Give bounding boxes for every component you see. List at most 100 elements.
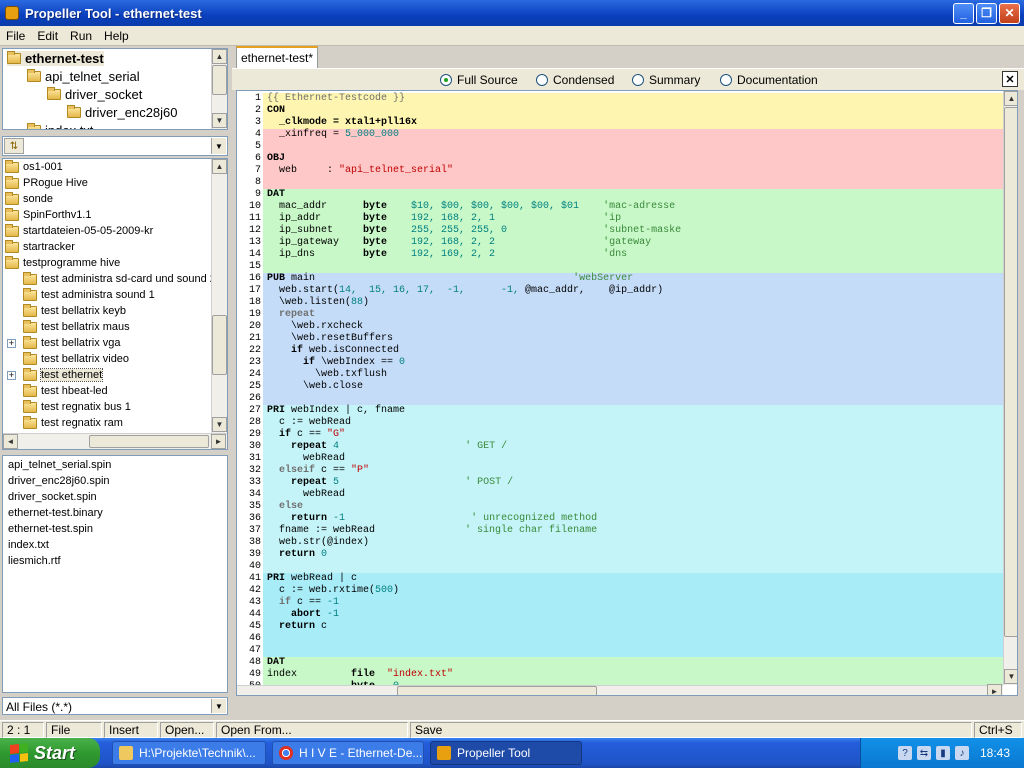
menu-file[interactable]: File (0, 29, 31, 43)
code-line[interactable]: mac_addr byte $10, $00, $00, $00, $00, $… (267, 201, 675, 213)
folder-tree[interactable]: os1-001 PRogue Hive sonde SpinForthv1.1 star… (2, 158, 228, 450)
code-editor[interactable]: 1 2 3 4 5 6 7 8 9 10 11 12 13 14 15 16 17 18 19 20 21 22 23 24 2… (236, 90, 1018, 696)
signal-icon[interactable]: ▮ (935, 746, 950, 760)
code-line[interactable]: ip_subnet byte 255, 255, 255, 0 'subnet-… (267, 225, 681, 237)
code-line[interactable]: if c == -1 (267, 597, 339, 609)
vscrollbar[interactable]: ▲ ▼ (211, 159, 227, 433)
scroll-down-icon[interactable]: ▼ (1004, 669, 1017, 684)
scroll-down-icon[interactable]: ▼ (212, 113, 227, 128)
scroll-right-icon[interactable]: ► (211, 434, 226, 449)
folder-tree-item[interactable]: PRogue Hive (5, 175, 88, 189)
code-line[interactable]: c := web.rxtime(500) (267, 585, 399, 597)
code-line[interactable]: repeat 5 ' POST / (267, 477, 513, 489)
maximize-button[interactable]: ❐ (976, 2, 997, 24)
code-line[interactable]: web : "api_telnet_serial" (267, 165, 453, 177)
chevron-down-icon[interactable]: ▼ (211, 699, 226, 713)
code-line[interactable]: fname := webRead ' single char filename (267, 525, 597, 537)
code-line[interactable]: web.start(14, 15, 16, 17, -1, -1, @mac_a… (267, 285, 663, 297)
start-button[interactable]: Start (0, 738, 100, 768)
vscrollbar[interactable]: ▲ ▼ (211, 49, 227, 129)
menu-run[interactable]: Run (64, 29, 98, 43)
code-line[interactable]: \web.listen(88) (267, 297, 369, 309)
folder-tree-item[interactable]: test bellatrix maus (23, 319, 130, 333)
code-line[interactable]: PUB main 'webServer (267, 273, 633, 285)
object-tree-item[interactable]: api_telnet_serial (27, 69, 140, 84)
code-line[interactable]: index file "index.txt" (267, 669, 453, 681)
radio-documentation[interactable]: Documentation (720, 73, 818, 87)
folder-tree-item[interactable]: startracker (5, 239, 75, 253)
scroll-up-icon[interactable]: ▲ (1004, 91, 1017, 106)
code-line[interactable]: \web.rxcheck (267, 321, 363, 333)
code-line[interactable]: return -1 ' unrecognized method (267, 513, 597, 525)
help-icon[interactable]: ? (897, 746, 912, 760)
editor-vscrollbar[interactable]: ▲ ▼ (1003, 91, 1017, 685)
code-line[interactable]: \web.txflush (267, 369, 387, 381)
tab-ethernet-test[interactable]: ethernet-test* (236, 46, 318, 68)
code-line[interactable]: repeat (267, 309, 315, 321)
code-line[interactable]: ip_gateway byte 192, 168, 2, 2 'gateway (267, 237, 651, 249)
radio-summary[interactable]: Summary (632, 73, 700, 87)
folder-tree-item[interactable]: startdateien-05-05-2009-kr (5, 223, 153, 237)
scroll-right-icon[interactable]: ► (987, 684, 1002, 695)
code-line[interactable]: if web.isConnected (267, 345, 399, 357)
code-line[interactable]: PRI webRead | c (267, 573, 357, 585)
menu-help[interactable]: Help (98, 29, 135, 43)
object-tree-item[interactable]: index.txt (27, 123, 93, 129)
code-line[interactable]: webRead (267, 453, 345, 465)
scroll-up-icon[interactable]: ▲ (212, 159, 227, 174)
folder-tree-item[interactable]: os1-001 (5, 159, 63, 173)
folder-combo[interactable]: ⇅ ▼ (2, 136, 228, 156)
radio-condensed[interactable]: Condensed (536, 73, 614, 87)
folder-tree-item[interactable]: testprogramme hive (5, 255, 120, 269)
code-line[interactable]: abort -1 (267, 609, 339, 621)
status-open[interactable]: Open... (160, 722, 214, 738)
folder-tree-item[interactable]: test regnatix ram (23, 415, 123, 429)
code-line[interactable]: ip_dns byte 192, 169, 2, 2 'dns (267, 249, 627, 261)
volume-icon[interactable]: ♪ (954, 746, 969, 760)
folder-hscrollbar[interactable]: ◄ ► (3, 433, 227, 449)
chevron-down-icon[interactable]: ▼ (211, 138, 226, 154)
code-line[interactable]: webRead (267, 489, 345, 501)
file-item[interactable]: driver_socket.spin (8, 491, 97, 503)
editor-hscrollbar[interactable]: ► (237, 684, 1003, 695)
scroll-down-icon[interactable]: ▼ (212, 417, 227, 432)
close-tab-icon[interactable]: ✕ (1002, 71, 1018, 87)
code-line[interactable]: c := webRead (267, 417, 351, 429)
code-line[interactable]: elseif c == "P" (267, 465, 369, 477)
object-tree-item[interactable]: driver_enc28j60 (67, 105, 178, 120)
folder-tree-item[interactable]: test administra sd-card und sound 2 (23, 271, 216, 285)
file-filter-select[interactable]: All Files (*.*) ▼ (2, 697, 228, 715)
task-explorer[interactable]: H:\Projekte\Technik\... (112, 741, 266, 765)
code-line[interactable]: web.str(@index) (267, 537, 369, 549)
code-line[interactable]: \web.resetBuffers (267, 333, 393, 345)
code-line[interactable]: ip_addr byte 192, 168, 2, 1 'ip (267, 213, 621, 225)
folder-tree-item[interactable]: + test bellatrix vga (7, 335, 120, 349)
code-line[interactable]: repeat 4 ' GET / (267, 441, 507, 453)
menu-edit[interactable]: Edit (31, 29, 64, 43)
code-line[interactable]: DAT (267, 657, 285, 669)
code-line[interactable]: _clkmode = xtal1+pll16x (267, 117, 417, 129)
file-item[interactable]: index.txt (8, 539, 49, 551)
hscroll-thumb[interactable] (89, 435, 209, 448)
code-line[interactable]: OBJ (267, 153, 285, 165)
scroll-thumb[interactable] (1004, 107, 1017, 637)
radio-full-source[interactable]: Full Source (440, 73, 518, 87)
file-item[interactable]: ethernet-test.spin (8, 523, 93, 535)
expand-icon[interactable]: + (7, 371, 16, 380)
folder-tree-item[interactable]: sonde (5, 191, 53, 205)
minimize-button[interactable]: _ (953, 2, 974, 24)
code-line[interactable]: if c == "G" (267, 429, 345, 441)
file-item[interactable]: ethernet-test.binary (8, 507, 103, 519)
code-line[interactable]: \web.close (267, 381, 363, 393)
code-line[interactable]: DAT (267, 189, 285, 201)
code-line[interactable]: return 0 (267, 549, 327, 561)
file-item[interactable]: api_telnet_serial.spin (8, 459, 111, 471)
object-tree-item[interactable]: driver_socket (47, 87, 142, 102)
code-line[interactable]: {{ Ethernet-Testcode }} (267, 93, 405, 105)
code-line[interactable]: PRI webIndex | c, fname (267, 405, 405, 417)
code-line[interactable]: if \webIndex == 0 (267, 357, 405, 369)
recent-folders-icon[interactable]: ⇅ (4, 138, 24, 154)
file-list[interactable]: api_telnet_serial.spin driver_enc28j60.sp… (2, 455, 228, 693)
scroll-up-icon[interactable]: ▲ (212, 49, 227, 64)
scroll-thumb[interactable] (212, 315, 227, 375)
